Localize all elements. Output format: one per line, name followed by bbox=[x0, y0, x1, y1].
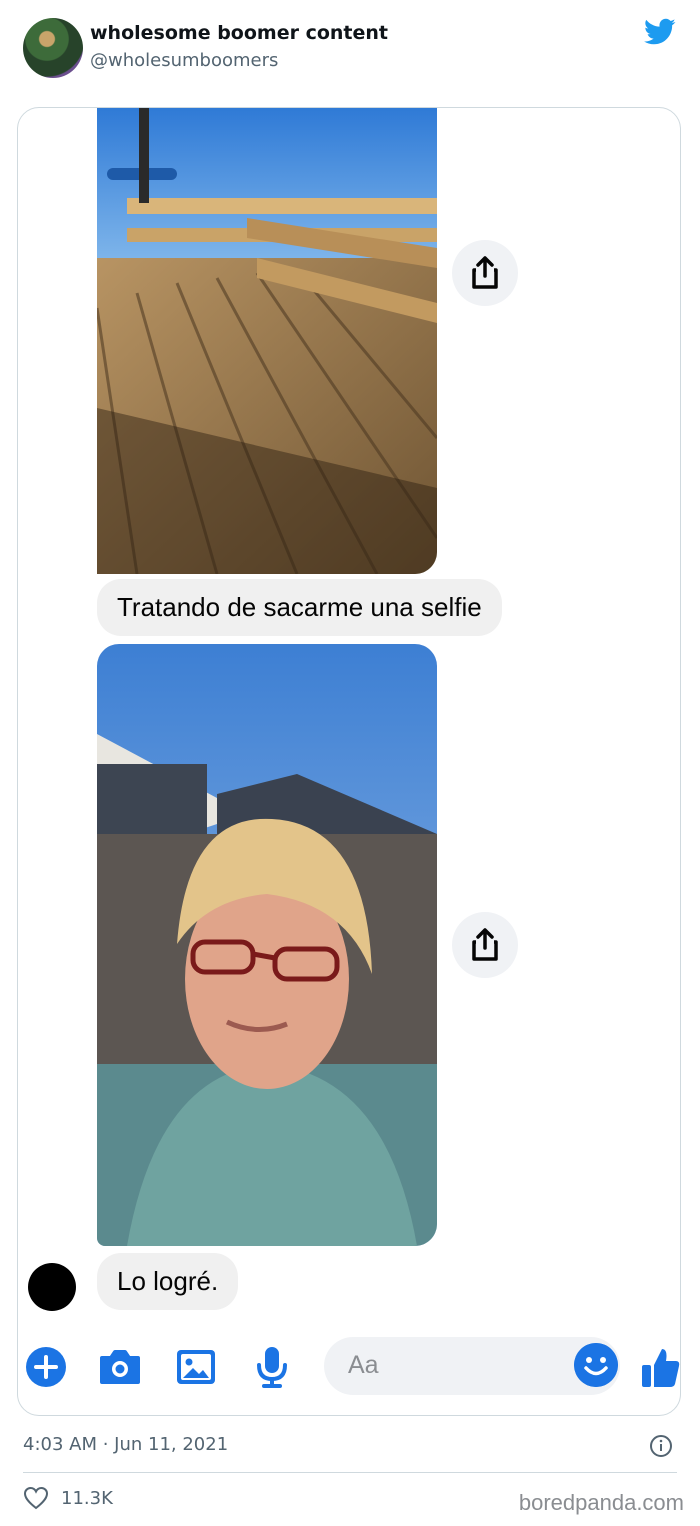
thumbs-up-icon bbox=[642, 1349, 680, 1387]
watermark: boredpanda.com bbox=[518, 1490, 684, 1515]
like-count[interactable]: 11.3K bbox=[23, 1486, 113, 1510]
twitter-bird-icon bbox=[644, 18, 676, 45]
divider bbox=[23, 1472, 677, 1473]
share-icon bbox=[472, 928, 498, 961]
plus-button[interactable] bbox=[24, 1345, 68, 1389]
camera-button[interactable] bbox=[98, 1345, 142, 1389]
like-count-value: 11.3K bbox=[61, 1487, 113, 1509]
microphone-button[interactable] bbox=[250, 1345, 294, 1389]
share-button[interactable] bbox=[452, 912, 518, 978]
message-bubble[interactable]: Lo logré. bbox=[97, 1253, 239, 1310]
author-handle[interactable]: @wholesumboomers bbox=[90, 50, 278, 71]
info-icon[interactable] bbox=[649, 1434, 673, 1458]
messenger-screenshot: Tratando de sacarme una selfie Lo logré.… bbox=[17, 107, 681, 1416]
selfie-photo[interactable] bbox=[97, 644, 437, 1246]
avatar[interactable] bbox=[23, 18, 83, 78]
sender-avatar[interactable] bbox=[28, 1263, 76, 1311]
selfie-photo-image bbox=[97, 644, 437, 1246]
plus-icon bbox=[26, 1347, 66, 1387]
tweet-timestamp[interactable]: 4:03 AM · Jun 11, 2021 bbox=[23, 1434, 228, 1455]
deck-photo[interactable] bbox=[97, 108, 437, 574]
message-input[interactable]: Aa bbox=[324, 1337, 620, 1395]
share-button[interactable] bbox=[452, 240, 518, 306]
deck-photo-image bbox=[97, 108, 437, 574]
emoji-icon[interactable] bbox=[574, 1343, 618, 1387]
camera-icon bbox=[100, 1350, 140, 1384]
image-icon bbox=[177, 1350, 215, 1384]
heart-icon[interactable] bbox=[23, 1486, 49, 1510]
author-name[interactable]: wholesome boomer content bbox=[90, 22, 388, 44]
message-input-placeholder: Aa bbox=[348, 1351, 379, 1379]
share-icon bbox=[472, 256, 498, 289]
message-bubble[interactable]: Tratando de sacarme una selfie bbox=[97, 579, 502, 636]
gallery-button[interactable] bbox=[174, 1345, 218, 1389]
like-button[interactable] bbox=[638, 1345, 680, 1389]
microphone-icon bbox=[257, 1347, 287, 1388]
